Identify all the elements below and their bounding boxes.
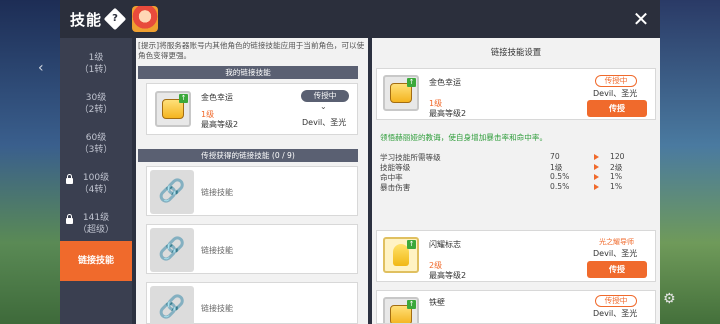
status-badge: 传授中: [595, 75, 637, 87]
game-background-left: [0, 0, 60, 324]
tip-text: [提示]将服务器账号内其他角色的链接技能应用于当前角色，可以使角色变得更强。: [138, 41, 365, 60]
sidebar-item-1[interactable]: 1级 （1转）: [60, 44, 132, 84]
skill-source-label: 光之耀导师: [599, 238, 634, 246]
stat-next: 120: [610, 152, 625, 161]
lock-icon: [66, 214, 73, 224]
sidebar-item-link-skill[interactable]: 链接技能: [60, 241, 132, 281]
chevron-left-icon[interactable]: ‹: [38, 60, 44, 76]
skill-owner: Devil、圣光: [302, 118, 347, 127]
stat-current: 70: [550, 152, 560, 161]
skill-owner: Devil、圣光: [593, 89, 638, 98]
golden-luck-skill-icon: ↑: [155, 91, 191, 127]
inherited-link-skill-header: 传授获得的链接技能 (0 / 9): [138, 149, 358, 162]
left-column: [提示]将服务器账号内其他角色的链接技能应用于当前角色，可以使角色变得更强。 我…: [136, 38, 368, 324]
sidebar-item-100[interactable]: 100级 （4转）: [60, 164, 132, 204]
arrow-right-icon: [594, 184, 599, 190]
teach-button[interactable]: 传授: [587, 261, 647, 278]
slot-label: 链接技能: [201, 188, 233, 197]
link-skill-slot[interactable]: 🔗 链接技能: [146, 166, 358, 216]
status-badge: 传授中: [595, 295, 637, 307]
sidebar-item-30[interactable]: 30级 （2转）: [60, 84, 132, 124]
sidebar: 1级 （1转） 30级 （2转） 60级 （3转） 100级 （4转） 141级…: [60, 38, 132, 324]
game-background-right: [660, 0, 720, 324]
skill-setting-card[interactable]: ↑ 闪耀标志 2级 最高等级2 光之耀导师 Devil、圣光 传授: [376, 230, 656, 282]
sidebar-item-sub: （3转）: [79, 145, 113, 155]
skill-setting-card[interactable]: ↑ 金色幸运 1级 最高等级2 传授中 Devil、圣光 传授: [376, 68, 656, 120]
sidebar-item-141[interactable]: 141级 （超级）: [60, 204, 132, 244]
link-skill-slot[interactable]: 🔗 链接技能: [146, 282, 358, 324]
sidebar-item-label: 60级: [85, 133, 107, 143]
stat-current: 0.5%: [550, 172, 570, 181]
skill-setting-card[interactable]: ↑ 铁壁 传授中 Devil、圣光: [376, 290, 656, 324]
slot-label: 链接技能: [201, 246, 233, 255]
iron-wall-skill-icon: ↑: [383, 297, 419, 323]
arrow-right-icon: [594, 154, 599, 160]
arrow-right-icon: [594, 164, 599, 170]
gear-icon[interactable]: ⚙: [663, 291, 676, 307]
skill-panel: 技能 ? ✕ 1级 （1转） 30级 （2转） 60级 （3转） 100级 （4…: [60, 0, 660, 324]
link-icon: 🔗: [150, 286, 194, 324]
status-badge: 传授中: [301, 90, 349, 102]
link-skill-slot[interactable]: 🔗 链接技能: [146, 224, 358, 274]
sidebar-item-sub: （4转）: [79, 185, 113, 195]
skill-name: 闪耀标志: [429, 240, 461, 249]
skill-owner: Devil、圣光: [593, 309, 638, 318]
stat-current: 0.5%: [550, 182, 570, 191]
link-skill-settings-title: 链接技能设置: [490, 47, 542, 57]
teach-button[interactable]: 传授: [587, 100, 647, 117]
stat-next: 1%: [610, 172, 623, 181]
sidebar-item-label: 1级: [88, 53, 104, 63]
sidebar-item-sub: （1转）: [79, 65, 113, 75]
help-icon[interactable]: ?: [103, 7, 127, 31]
sidebar-item-label: 30级: [85, 93, 107, 103]
shining-mark-skill-icon: ↑: [383, 237, 419, 273]
skill-name: 铁壁: [429, 298, 445, 307]
link-icon: 🔗: [150, 170, 194, 214]
skill-owner: Devil、圣光: [593, 249, 638, 258]
title-bar: 技能 ? ✕: [60, 0, 660, 38]
my-link-skill-header: 我的链接技能: [138, 66, 358, 79]
sidebar-item-sub: （2转）: [79, 105, 113, 115]
skill-max-level: 最高等级2: [201, 120, 239, 129]
close-button[interactable]: ✕: [628, 6, 654, 32]
my-link-skill-card[interactable]: ↑ 金色幸运 1级 最高等级2 传授中 ⌄ Devil、圣光: [146, 83, 358, 135]
stat-label: 暴击伤害: [380, 183, 411, 192]
golden-luck-skill-icon: ↑: [383, 75, 419, 111]
right-column: 链接技能设置 ↑ 金色幸运 1级 最高等级2 传授中 Devil、圣光 传授 领…: [372, 38, 660, 324]
lock-icon: [66, 174, 73, 184]
stat-next: 1%: [610, 182, 623, 191]
sidebar-item-sub: （超级）: [77, 225, 114, 235]
page-title: 技能: [70, 11, 103, 29]
skill-detail: 领悟赫丽娅的教诲，使自身增加暴击率和命中率。 学习技能所需等级 70 120 技…: [376, 124, 656, 218]
sidebar-item-60[interactable]: 60级 （3转）: [60, 124, 132, 164]
skill-max-level: 最高等级2: [429, 271, 467, 280]
arrow-right-icon: [594, 174, 599, 180]
link-icon: 🔗: [150, 228, 194, 272]
skill-description: 领悟赫丽娅的教诲，使自身增加暴击率和命中率。: [380, 133, 548, 142]
slot-label: 链接技能: [201, 304, 233, 313]
skill-max-level: 最高等级2: [429, 109, 467, 118]
character-avatar[interactable]: [132, 6, 158, 32]
skill-name: 金色幸运: [429, 78, 461, 87]
chevron-down-icon[interactable]: ⌄: [320, 102, 327, 111]
skill-name: 金色幸运: [201, 93, 233, 102]
